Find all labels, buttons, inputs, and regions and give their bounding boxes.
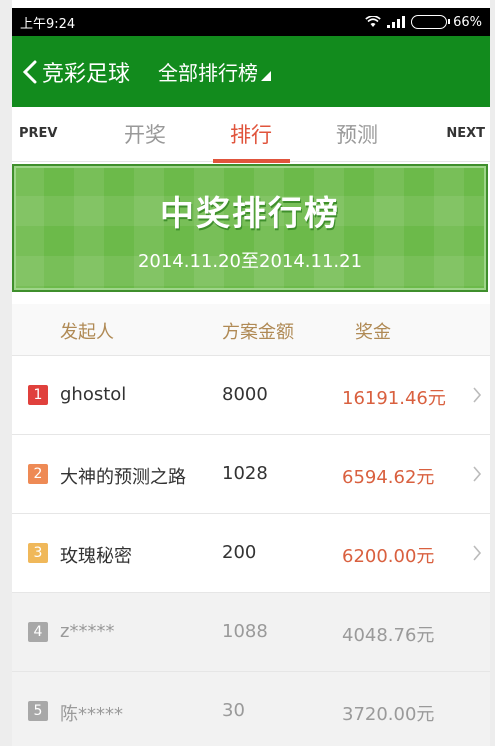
prize-amount: 4048.76元	[342, 625, 435, 646]
table-header: 发起人 方案金额 奖金	[12, 304, 490, 356]
ranking-banner: 中奖排行榜 2014.11.20至2014.11.21	[12, 164, 488, 292]
back-label: 竞彩足球	[42, 61, 131, 87]
initiator-name: 玫瑰秘密	[60, 546, 132, 567]
chevron-right-icon	[473, 466, 482, 482]
battery-icon	[411, 15, 451, 29]
back-button[interactable]: 竞彩足球	[22, 56, 130, 88]
app-header: 竞彩足球 全部排行榜	[12, 36, 490, 107]
plan-amount: 30	[222, 700, 245, 721]
table-row[interactable]: 5 陈***** 30 3720.00元	[12, 672, 490, 746]
plan-amount: 200	[222, 542, 257, 563]
ranking-dropdown-label: 全部排行榜	[158, 61, 259, 85]
column-header-prize: 奖金	[355, 322, 391, 343]
initiator-name: 大神的预测之路	[60, 467, 186, 488]
initiator-name: ghostol	[60, 384, 127, 405]
table-row[interactable]: 1 ghostol 8000 16191.46元	[12, 356, 490, 435]
column-header-amount: 方案金额	[222, 322, 294, 343]
tab-ranking[interactable]: 排行	[213, 119, 290, 163]
rank-badge: 2	[28, 464, 48, 484]
initiator-name: z*****	[60, 621, 115, 642]
prize-amount: 6594.62元	[342, 467, 435, 488]
device-frame: 上午9:24 66% 竞彩足球 全部排行榜 PREV 开奖 排行 预测 NEXT…	[0, 0, 495, 746]
phone-screen: 上午9:24 66% 竞彩足球 全部排行榜 PREV 开奖 排行 预测 NEXT…	[12, 8, 490, 746]
dropdown-triangle-icon	[261, 70, 272, 81]
status-time: 上午9:24	[20, 16, 76, 32]
banner-date: 2014.11.20至2014.11.21	[137, 251, 363, 272]
tab-prediction[interactable]: 预测	[336, 119, 378, 162]
wifi-icon	[365, 16, 381, 27]
plan-amount: 1088	[222, 621, 268, 642]
prize-amount: 3720.00元	[342, 704, 435, 725]
plan-amount: 1028	[222, 463, 268, 484]
table-row[interactable]: 2 大神的预测之路 1028 6594.62元	[12, 435, 490, 514]
rank-badge: 3	[28, 543, 48, 563]
banner-title: 中奖排行榜	[160, 194, 340, 234]
rank-badge: 1	[28, 385, 48, 405]
prize-amount: 16191.46元	[342, 388, 446, 409]
column-header-initiator: 发起人	[60, 322, 114, 343]
plan-amount: 8000	[222, 384, 268, 405]
tab-draw[interactable]: 开奖	[124, 119, 166, 162]
chevron-right-icon	[473, 387, 482, 403]
tab-bar: PREV 开奖 排行 预测 NEXT	[12, 107, 490, 163]
chevron-right-icon	[473, 545, 482, 561]
ranking-dropdown[interactable]: 全部排行榜	[158, 57, 272, 86]
rank-badge: 4	[28, 622, 48, 642]
signal-icon	[387, 16, 406, 28]
prev-button[interactable]: PREV	[19, 126, 57, 141]
initiator-name: 陈*****	[60, 704, 123, 725]
status-icons: 66%	[365, 15, 482, 30]
ranking-list: 1 ghostol 8000 16191.46元 2 大神的预测之路 1028 …	[12, 356, 490, 746]
rank-badge: 5	[28, 701, 48, 721]
prize-amount: 6200.00元	[342, 546, 435, 567]
table-row[interactable]: 3 玫瑰秘密 200 6200.00元	[12, 514, 490, 593]
next-button[interactable]: NEXT	[446, 126, 485, 141]
table-row[interactable]: 4 z***** 1088 4048.76元	[12, 593, 490, 672]
status-bar: 上午9:24 66%	[12, 8, 490, 36]
battery-percent: 66%	[453, 14, 482, 30]
chevron-left-icon	[22, 60, 37, 83]
